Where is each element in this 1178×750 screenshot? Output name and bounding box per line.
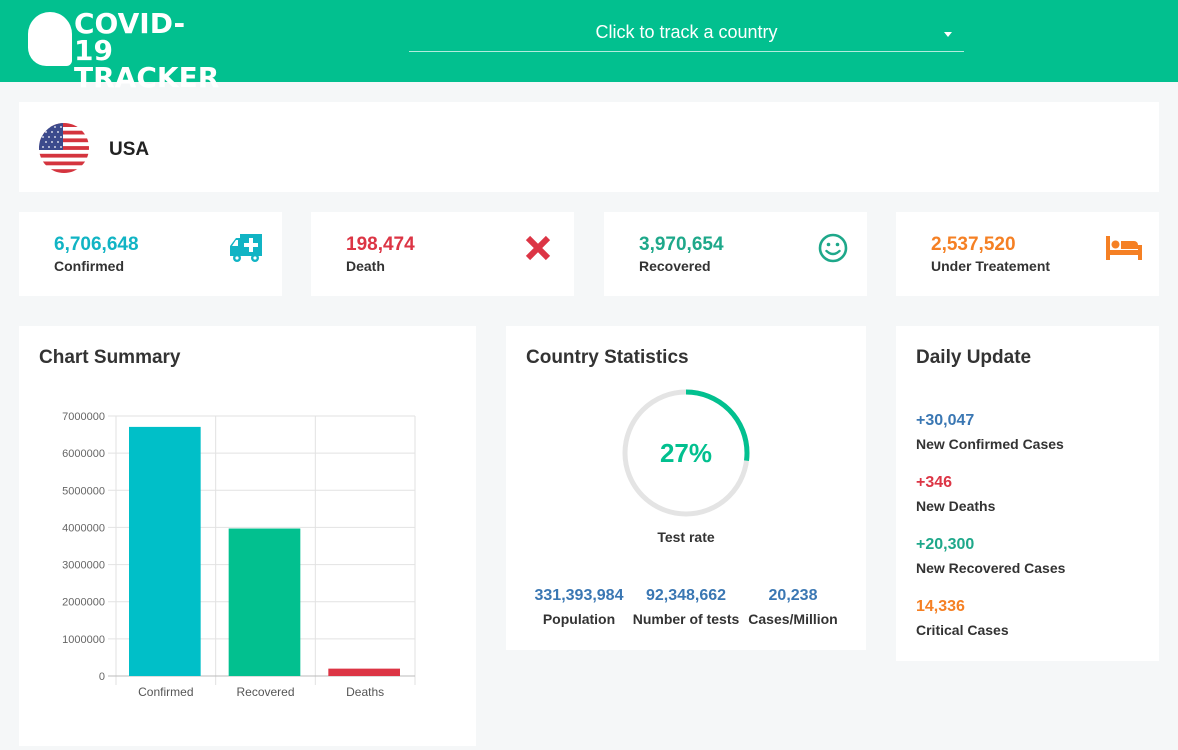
daily-item-critical: 14,336 Critical Cases xyxy=(916,598,1009,638)
y-tick-label: 4000000 xyxy=(62,522,105,534)
country-card: USA xyxy=(19,102,1159,192)
cases-per-million-stat: 20,238 Cases/Million xyxy=(746,587,840,627)
stat-value: 2,537,520 xyxy=(931,234,1016,255)
stat-label: Recovered xyxy=(639,258,711,274)
test-rate-label: Test rate xyxy=(657,529,715,545)
chart-summary-card: Chart Summary 7000000 6000000 5000000 40000… xyxy=(19,326,476,746)
y-tick-label: 5000000 xyxy=(62,485,105,497)
daily-update-card: Daily Update +30,047 New Confirmed Cases… xyxy=(896,326,1159,661)
daily-item-recovered: +20,300 New Recovered Cases xyxy=(916,536,1065,576)
daily-value: +346 xyxy=(916,474,953,491)
daily-label: New Recovered Cases xyxy=(916,560,1066,576)
cases-per-million-value: 20,238 xyxy=(768,587,818,604)
logo-line-1: COVID-19 xyxy=(74,7,186,67)
logo-line-2: TRACKER xyxy=(74,61,220,94)
close-x-icon xyxy=(520,232,556,264)
daily-label: New Confirmed Cases xyxy=(916,436,1064,452)
stat-card-confirmed: 6,706,648 Confirmed xyxy=(19,212,282,296)
daily-value: +20,300 xyxy=(916,536,975,553)
stat-card-death: 198,474 Death xyxy=(311,212,574,296)
x-tick-label: Confirmed xyxy=(138,685,193,699)
daily-label: Critical Cases xyxy=(916,622,1009,638)
bar-recovered xyxy=(228,528,301,676)
tests-stat: 92,348,662 Number of tests xyxy=(632,587,740,627)
population-label: Population xyxy=(542,611,616,627)
tests-value: 92,348,662 xyxy=(645,587,727,604)
daily-label: New Deaths xyxy=(916,498,996,514)
logo-blob-icon xyxy=(28,12,72,66)
daily-item-confirmed: +30,047 New Confirmed Cases xyxy=(916,412,1064,452)
daily-item-deaths: +346 New Deaths xyxy=(916,474,995,514)
stat-card-recovered: 3,970,654 Recovered xyxy=(604,212,867,296)
test-rate-ring: 27% xyxy=(620,387,752,519)
bar-chart: 7000000 6000000 5000000 4000000 3000000 20000… xyxy=(62,411,416,699)
y-tick-label: 0 xyxy=(99,671,105,683)
country-statistics-card: Country Statistics 27% Test rate 331,393… xyxy=(506,326,866,650)
population-stat: 331,393,984 Population xyxy=(530,587,628,627)
usa-flag-icon xyxy=(39,123,89,173)
stat-value: 6,706,648 xyxy=(54,234,139,255)
test-rate-value: 27% xyxy=(659,438,713,468)
top-bar: COVID-19 TRACKER Click to track a countr… xyxy=(0,0,1178,92)
stat-label: Confirmed xyxy=(54,258,124,274)
stat-label: Under Treatement xyxy=(931,258,1051,274)
ambulance-icon xyxy=(228,232,264,264)
x-tick-label: Deaths xyxy=(346,685,384,699)
x-tick-label: Recovered xyxy=(236,685,294,699)
bar-deaths xyxy=(328,668,400,676)
stat-value: 198,474 xyxy=(346,234,415,255)
smile-icon xyxy=(813,232,849,264)
y-tick-label: 6000000 xyxy=(62,448,105,460)
daily-value: +30,047 xyxy=(916,412,975,429)
app-logo[interactable]: COVID-19 TRACKER xyxy=(28,10,219,92)
cases-per-million-label: Cases/Million xyxy=(748,611,838,627)
y-tick-label: 7000000 xyxy=(62,411,105,423)
y-tick-label: 2000000 xyxy=(62,597,105,609)
bar-confirmed xyxy=(129,426,201,676)
daily-update-title: Daily Update xyxy=(916,347,1032,368)
stat-value: 3,970,654 xyxy=(639,234,724,255)
country-select[interactable]: Click to track a country xyxy=(409,14,964,52)
y-tick-label: 1000000 xyxy=(62,634,105,646)
stat-card-under-treatment: 2,537,520 Under Treatement xyxy=(896,212,1159,296)
logo-text: COVID-19 TRACKER xyxy=(74,7,220,94)
country-select-label: Click to track a country xyxy=(595,22,778,42)
daily-value: 14,336 xyxy=(916,598,965,615)
population-value: 331,393,984 xyxy=(534,587,624,604)
bed-icon xyxy=(1105,232,1143,264)
y-tick-label: 3000000 xyxy=(62,560,105,572)
country-name: USA xyxy=(109,139,150,160)
country-statistics-title: Country Statistics xyxy=(526,347,689,368)
chevron-down-icon xyxy=(944,32,952,37)
tests-label: Number of tests xyxy=(632,611,740,627)
stat-label: Death xyxy=(346,258,385,274)
